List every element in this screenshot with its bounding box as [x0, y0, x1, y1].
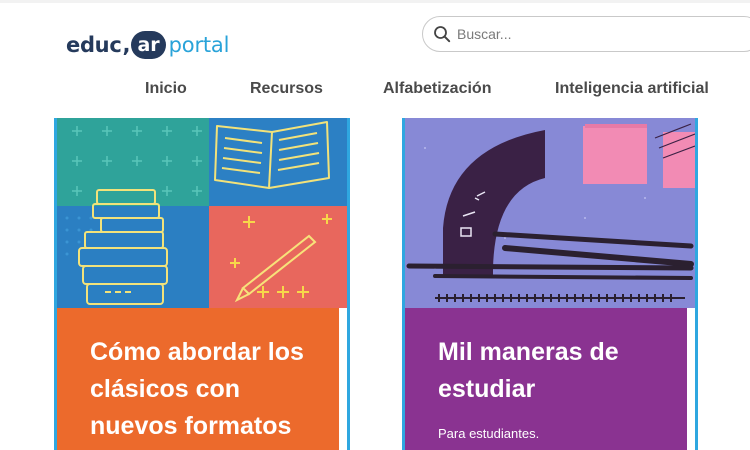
main-nav: Inicio Recursos Alfabetización Inteligen…: [0, 80, 750, 102]
card-border-right: [347, 118, 350, 450]
card-title[interactable]: Mil maneras de estudiar: [438, 334, 678, 408]
card-text-panel: Cómo abordar los clásicos con nuevos for…: [57, 308, 339, 450]
card-text-panel: Mil maneras de estudiar Para estudiantes…: [405, 308, 687, 450]
search-input[interactable]: [457, 23, 737, 45]
resource-card[interactable]: Mil maneras de estudiar Para estudiantes…: [402, 118, 698, 450]
books-illustration: [57, 118, 347, 308]
search-icon[interactable]: [433, 25, 451, 43]
study-illustration: [405, 118, 695, 308]
logo-comma: ,: [122, 33, 131, 57]
logo-text-portal: portal: [168, 33, 230, 57]
nav-item-alfabetizacion[interactable]: Alfabetización: [383, 80, 491, 98]
nav-item-inicio[interactable]: Inicio: [145, 80, 187, 98]
card-border-right: [695, 118, 698, 450]
nav-item-inteligencia-artificial[interactable]: Inteligencia artificial: [555, 80, 709, 98]
site-logo[interactable]: educ , ar portal: [66, 28, 229, 62]
resource-card[interactable]: Cómo abordar los clásicos con nuevos for…: [54, 118, 350, 450]
card-title[interactable]: Cómo abordar los clásicos con nuevos for…: [90, 334, 330, 445]
nav-item-recursos[interactable]: Recursos: [250, 80, 323, 98]
logo-badge-ar: ar: [131, 31, 166, 59]
card-subtitle: Para estudiantes.: [438, 426, 540, 441]
logo-text-educ: educ: [66, 33, 122, 57]
search-box[interactable]: [422, 16, 750, 52]
top-divider: [0, 0, 750, 3]
